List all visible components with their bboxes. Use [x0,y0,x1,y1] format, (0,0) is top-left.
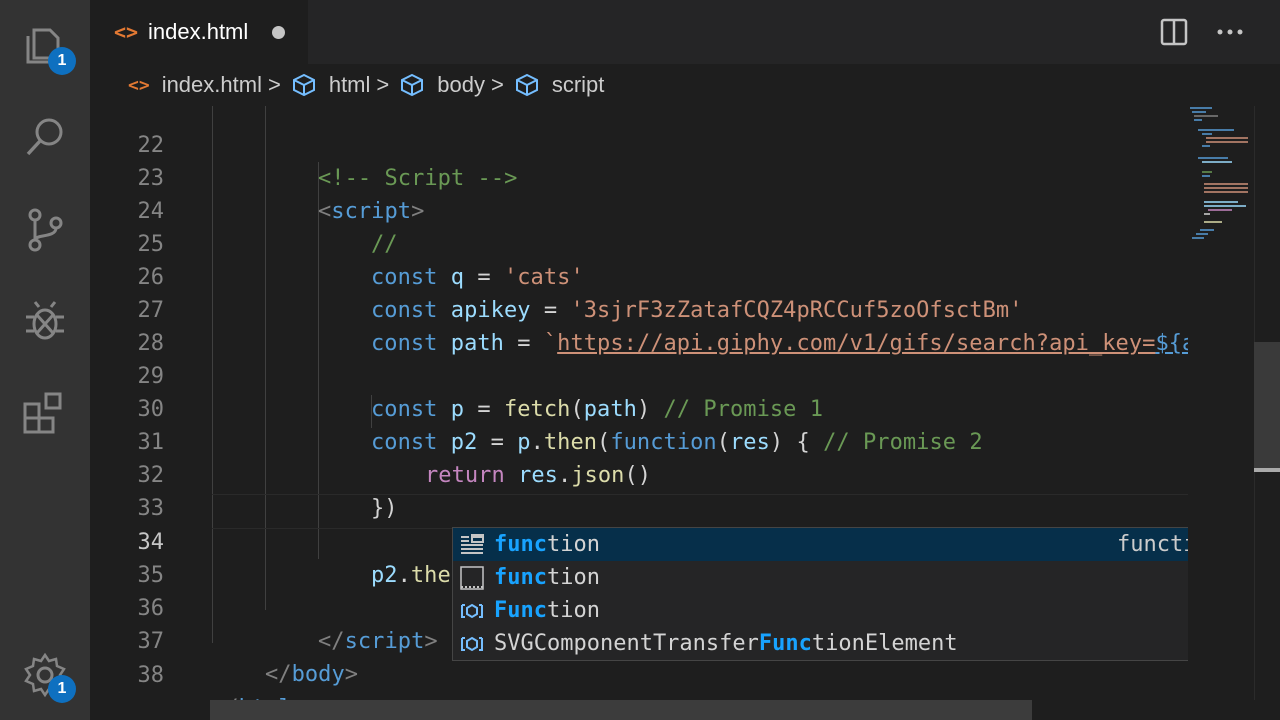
code-line: 23 <script> [90,129,1188,224]
minimap[interactable] [1188,106,1254,700]
suggestion-item[interactable]: SVGComponentTransferFunctionElement [453,627,1243,660]
code-line: 22 <!-- Script --> [90,106,1188,191]
suggestion-item[interactable]: function function [453,528,1243,561]
element-cube-icon [292,73,315,97]
extensions-icon[interactable] [20,390,70,440]
breadcrumb: <> index.html > html > body > script [90,64,1280,106]
suggestion-item[interactable]: function [453,561,1243,594]
variable-icon [461,603,483,619]
breadcrumb-separator: > [490,72,504,97]
breadcrumb-label: script [551,72,605,97]
element-cube-icon [515,73,538,97]
code-line: 31 return res.json() [90,393,1188,488]
line-number: 38 [137,663,165,688]
code-line: 34 p2.then(func) [90,493,1188,589]
cursor-position-marker [1254,468,1280,472]
keyword-icon [460,566,484,590]
breadcrumb-label: body [437,72,485,97]
breadcrumb-separator: > [376,72,390,97]
code-line: 32 }) [90,426,1188,521]
minimap-preview [1190,107,1248,239]
unsaved-dot-icon[interactable] [272,26,285,39]
html-file-icon: <> [128,74,150,96]
code-line: 30 const p2 = p.then(function(res) { // … [90,360,1188,455]
html-file-icon: <> [114,20,139,44]
snippet-icon [461,534,484,554]
tag-name: body [291,662,345,687]
breadcrumb-body[interactable]: body [399,72,485,98]
code-line: 25 const q = 'cats' [90,195,1188,290]
breadcrumb-html[interactable]: html [291,72,371,98]
code-line: 26 const apikey = '3sjrF3zZatafCQZ4pRCCu… [90,228,1188,323]
horizontal-scroll-thumb[interactable] [210,700,1032,720]
search-icon[interactable] [20,112,70,162]
tab-label: index.html [148,19,249,44]
tab-bar: <> index.html [90,0,1280,64]
breadcrumb-file[interactable]: <> index.html [128,72,262,98]
vertical-scroll-thumb[interactable] [1254,342,1280,472]
code-line: 28 [90,294,1188,356]
suggestion-list: function function function Function SVGC… [452,527,1244,661]
breadcrumb-label: index.html [161,72,262,97]
split-editor-icon[interactable] [1158,16,1190,48]
source-control-icon[interactable] [20,205,70,255]
settings-badge: 1 [48,675,76,703]
suggestion-item[interactable]: Function [453,594,1243,627]
variable-icon [461,636,483,652]
code-line: 27 const path = `https://api.giphy.com/v… [90,261,1189,356]
breadcrumb-separator: > [267,72,281,97]
code-line: 24 // [90,162,1188,257]
breadcrumb-script[interactable]: script [514,72,605,98]
activity-bar: 1 1 [0,0,90,720]
element-cube-icon [401,73,424,97]
debug-icon[interactable] [20,297,70,347]
explorer-badge: 1 [48,47,76,75]
tab-index-html[interactable]: <> index.html [90,0,308,64]
code-line: 33 [90,459,1188,521]
breadcrumb-label: html [328,72,371,97]
code-line: 29 const p = fetch(path) // Promise 1 [90,327,1188,422]
more-actions-icon[interactable] [1214,16,1246,48]
